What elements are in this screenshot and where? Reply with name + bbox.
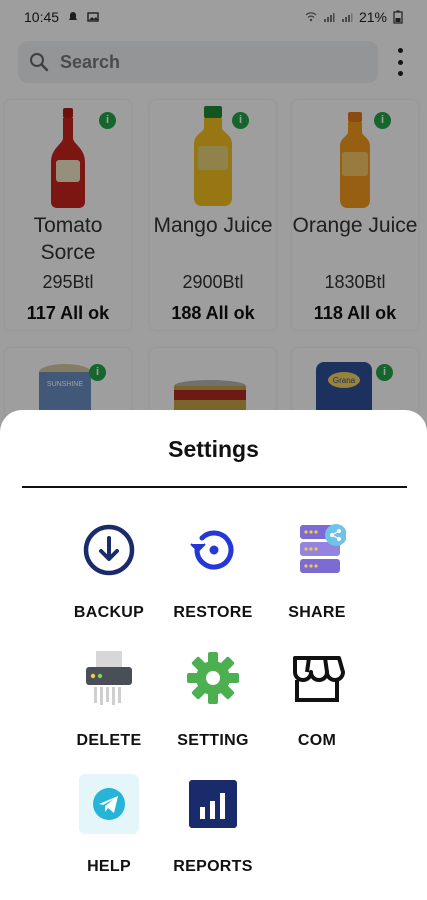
bar-chart-icon — [183, 774, 243, 834]
store-icon — [287, 648, 347, 708]
download-circle-icon — [79, 520, 139, 580]
sheet-title: Settings — [168, 436, 259, 462]
settings-bottom-sheet: Settings BACKUP RESTORE SHARE DELETE SET… — [0, 410, 427, 900]
divider — [22, 486, 407, 488]
gear-icon — [183, 648, 243, 708]
share-server-icon — [287, 520, 347, 580]
delete-label: DELETE — [76, 732, 142, 749]
restore-icon — [183, 520, 243, 580]
telegram-icon — [79, 774, 139, 834]
reports-label: REPORTS — [173, 858, 253, 875]
share-label: SHARE — [288, 604, 346, 621]
shredder-icon — [79, 648, 139, 708]
setting-label: SETTING — [177, 732, 249, 749]
com-label: COM — [297, 732, 337, 749]
help-label: HELP — [87, 858, 131, 875]
restore-label: RESTORE — [173, 604, 253, 621]
backup-label: BACKUP — [73, 604, 145, 621]
